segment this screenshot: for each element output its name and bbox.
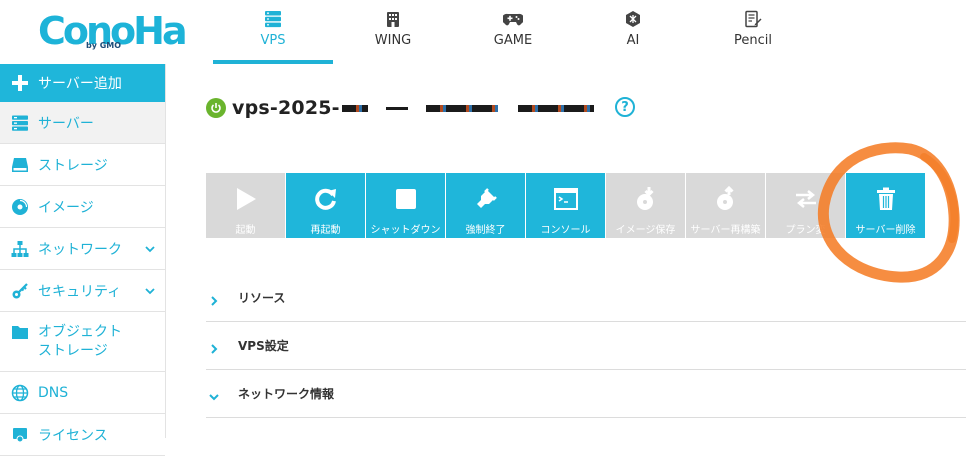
change-plan-button[interactable]: プラン変 xyxy=(766,173,845,238)
action-label: 起動 xyxy=(235,225,256,236)
top-header: ConoHa by GMO VPS WING GAME AI Pencil xyxy=(0,0,966,64)
server-name: vps-2025- xyxy=(232,97,340,119)
server-icon xyxy=(10,113,30,133)
power-icon xyxy=(206,98,226,118)
start-button[interactable]: 起動 xyxy=(206,173,285,238)
tab-pencil[interactable]: Pencil xyxy=(693,0,813,64)
help-icon[interactable]: ? xyxy=(615,97,635,117)
sidebar-item-label: ネットワーク xyxy=(38,241,122,258)
chevron-down-icon xyxy=(208,388,220,400)
force-stop-button[interactable]: 強制終了 xyxy=(446,173,525,238)
ai-chip-icon xyxy=(622,8,644,30)
sidebar-item-dns[interactable]: DNS xyxy=(0,372,165,414)
logo-byline: by GMO xyxy=(86,41,122,50)
stop-icon xyxy=(393,185,419,213)
gamepad-icon xyxy=(502,8,524,30)
server-stack-icon xyxy=(262,8,284,30)
section-resources[interactable]: リソース xyxy=(206,274,966,322)
globe-icon xyxy=(10,383,30,403)
action-label: コンソール xyxy=(540,225,591,236)
sidebar-item-network[interactable]: ネットワーク xyxy=(0,228,165,270)
image-save-icon xyxy=(633,185,659,213)
action-label: 強制終了 xyxy=(465,225,506,236)
action-label: サーバー再構築 xyxy=(690,225,761,236)
tab-label: VPS xyxy=(260,33,286,48)
server-detail-sections: リソース VPS設定 ネットワーク情報 xyxy=(206,274,966,418)
plan-change-icon xyxy=(793,185,819,213)
restart-button[interactable]: 再起動 xyxy=(286,173,365,238)
server-title: vps-2025- xyxy=(206,96,594,120)
restart-icon xyxy=(313,185,339,213)
redacted-mark xyxy=(517,104,594,112)
sidebar-item-storage[interactable]: ストレージ xyxy=(0,144,165,186)
network-icon xyxy=(10,239,30,259)
tab-label: GAME xyxy=(493,33,533,48)
sidebar-item-label: DNS xyxy=(38,384,69,401)
conoha-logo[interactable]: ConoHa by GMO xyxy=(38,8,188,58)
sidebar-item-add-server[interactable]: サーバー追加 xyxy=(0,64,165,102)
chevron-down-icon xyxy=(144,243,156,255)
sidebar-item-label: ストレージ xyxy=(38,157,108,174)
rebuild-server-button[interactable]: サーバー再構築 xyxy=(686,173,765,238)
plus-icon xyxy=(10,73,30,93)
action-label: イメージ保存 xyxy=(615,225,676,236)
sidebar-item-label: サーバー追加 xyxy=(38,76,122,92)
action-label: シャットダウン xyxy=(370,225,441,236)
sidebar-item-image[interactable]: イメージ xyxy=(0,186,165,228)
sidebar-item-label: セキュリティ xyxy=(38,283,122,300)
product-nav: VPS WING GAME AI Pencil xyxy=(213,0,813,64)
sidebar-item-server[interactable]: サーバー xyxy=(0,102,165,144)
sidebar-item-label-line2: ストレージ xyxy=(38,342,108,359)
play-icon xyxy=(233,185,259,213)
storage-icon xyxy=(10,155,30,175)
rebuild-icon xyxy=(713,185,739,213)
building-icon xyxy=(382,8,404,30)
section-vps-settings[interactable]: VPS設定 xyxy=(206,322,966,370)
tab-label: WING xyxy=(374,33,412,48)
delete-server-button[interactable]: サーバー削除 xyxy=(846,173,925,238)
sidebar-item-label-line1: オブジェクト xyxy=(38,323,122,340)
trash-icon xyxy=(873,185,899,213)
section-network-info[interactable]: ネットワーク情報 xyxy=(206,370,966,418)
folder-icon xyxy=(10,322,30,342)
action-label: 再起動 xyxy=(310,225,341,236)
sidebar-item-label: オブジェクト ストレージ xyxy=(38,323,122,361)
tab-wing[interactable]: WING xyxy=(333,0,453,64)
sidebar-item-license[interactable]: ライセンス xyxy=(0,414,165,456)
sidebar-item-label: サーバー xyxy=(38,115,94,132)
sidebar: サーバー追加 サーバー ストレージ イメージ ネットワーク セキュリティ オブジ… xyxy=(0,64,166,456)
server-action-toolbar: 起動 再起動 シャットダウン 強制終了 コンソール イメージ保存 サーバー再構築… xyxy=(206,173,926,238)
section-title: ネットワーク情報 xyxy=(238,387,335,401)
sidebar-item-label: ライセンス xyxy=(38,427,108,444)
section-title: VPS設定 xyxy=(238,339,289,353)
sidebar-item-label: イメージ xyxy=(38,199,94,216)
save-image-button[interactable]: イメージ保存 xyxy=(606,173,685,238)
redacted-mark xyxy=(425,104,498,112)
license-icon xyxy=(10,425,30,445)
console-icon xyxy=(553,185,579,213)
shutdown-button[interactable]: シャットダウン xyxy=(366,173,445,238)
redacted-mark xyxy=(385,106,408,110)
chevron-right-icon xyxy=(208,292,220,306)
action-label: プラン変 xyxy=(785,225,826,236)
sidebar-item-object-storage[interactable]: オブジェクト ストレージ xyxy=(0,312,165,372)
tab-ai[interactable]: AI xyxy=(573,0,693,64)
tab-vps[interactable]: VPS xyxy=(213,0,333,64)
pencil-note-icon xyxy=(742,8,764,30)
action-label: サーバー削除 xyxy=(855,225,916,236)
chevron-right-icon xyxy=(208,340,220,354)
tab-label: Pencil xyxy=(734,33,772,48)
redacted-mark xyxy=(341,104,368,112)
console-button[interactable]: コンソール xyxy=(526,173,605,238)
tab-game[interactable]: GAME xyxy=(453,0,573,64)
tab-label: AI xyxy=(626,33,640,48)
section-title: リソース xyxy=(238,291,286,305)
sidebar-item-security[interactable]: セキュリティ xyxy=(0,270,165,312)
disc-icon xyxy=(10,197,30,217)
key-icon xyxy=(10,281,30,301)
chevron-down-icon xyxy=(144,285,156,297)
plug-icon xyxy=(473,185,499,213)
